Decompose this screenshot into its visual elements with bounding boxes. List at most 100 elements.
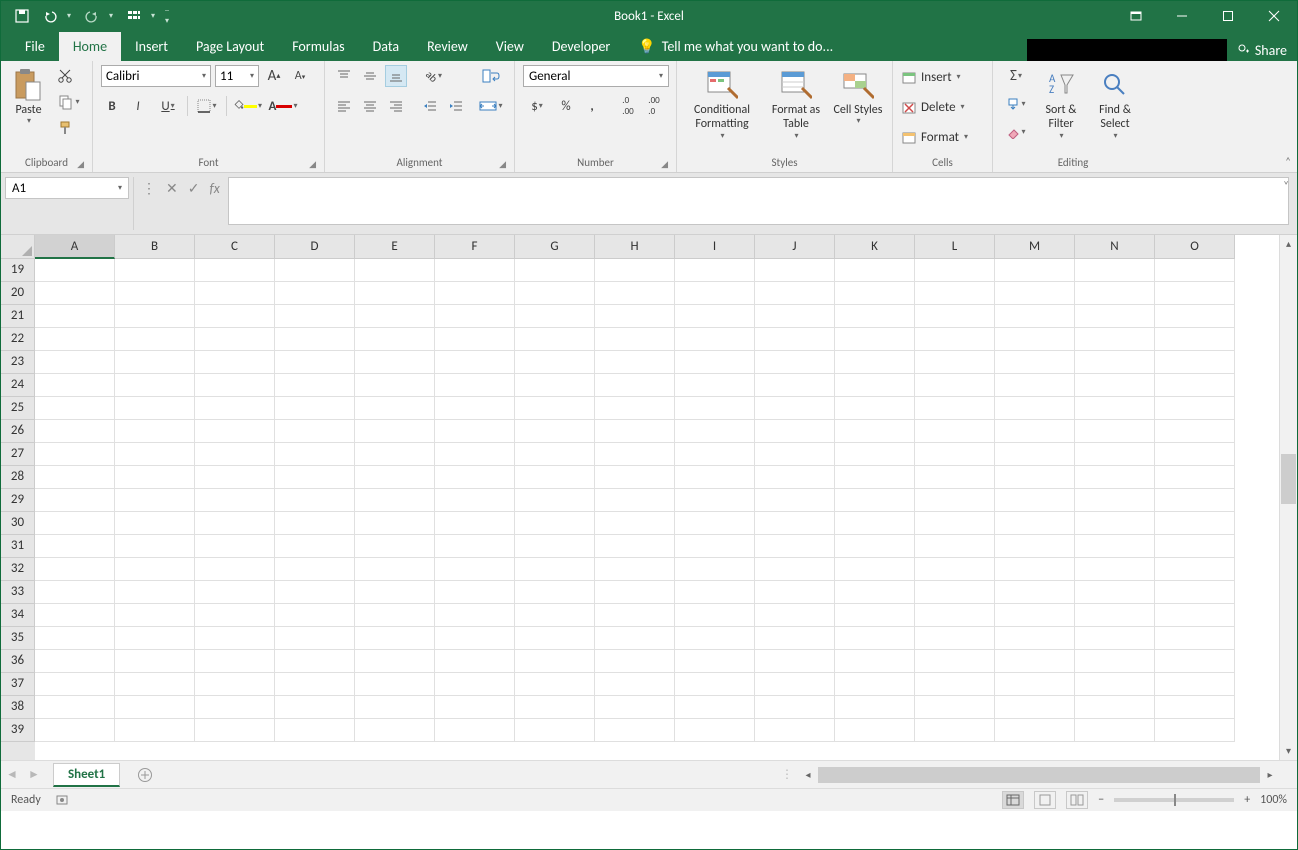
cell[interactable] [675, 259, 755, 282]
tab-scroll-resize[interactable]: ⋮ [781, 767, 793, 782]
borders-button[interactable]: ▾ [192, 95, 222, 117]
column-header[interactable]: B [115, 235, 195, 259]
cell[interactable] [115, 604, 195, 627]
cell[interactable] [755, 581, 835, 604]
cell-styles-button[interactable]: Cell Styles▾ [833, 65, 883, 127]
row-header[interactable]: 30 [1, 512, 35, 535]
undo-button[interactable] [39, 5, 61, 27]
cell[interactable] [995, 420, 1075, 443]
cell[interactable] [515, 535, 595, 558]
cell[interactable] [1075, 558, 1155, 581]
cell[interactable] [435, 489, 515, 512]
cell[interactable] [515, 351, 595, 374]
cell[interactable] [435, 535, 515, 558]
cell[interactable] [195, 673, 275, 696]
cell[interactable] [995, 581, 1075, 604]
cell[interactable] [515, 374, 595, 397]
row-header[interactable]: 23 [1, 351, 35, 374]
cell[interactable] [995, 512, 1075, 535]
cell[interactable] [35, 719, 115, 742]
fill-color-button[interactable]: ▾ [231, 95, 263, 117]
cell[interactable] [195, 535, 275, 558]
cell[interactable] [275, 581, 355, 604]
cell[interactable] [595, 420, 675, 443]
cell[interactable] [835, 259, 915, 282]
bold-button[interactable]: B [101, 95, 123, 117]
cell[interactable] [115, 673, 195, 696]
cell[interactable] [755, 351, 835, 374]
cell[interactable] [595, 696, 675, 719]
cell[interactable] [675, 351, 755, 374]
cell[interactable] [115, 696, 195, 719]
ribbon-display-options-button[interactable] [1113, 1, 1159, 31]
row-header[interactable]: 35 [1, 627, 35, 650]
cell[interactable] [595, 466, 675, 489]
cell[interactable] [835, 535, 915, 558]
cell[interactable] [435, 604, 515, 627]
close-button[interactable] [1251, 1, 1297, 31]
cell[interactable] [675, 558, 755, 581]
cell[interactable] [115, 650, 195, 673]
cell[interactable] [835, 512, 915, 535]
cell[interactable] [355, 374, 435, 397]
cell[interactable] [515, 627, 595, 650]
cell[interactable] [755, 535, 835, 558]
column-header[interactable]: A [35, 235, 115, 259]
column-header[interactable]: D [275, 235, 355, 259]
cell[interactable] [435, 558, 515, 581]
cell[interactable] [595, 719, 675, 742]
cell[interactable] [915, 351, 995, 374]
column-header[interactable]: H [595, 235, 675, 259]
cell[interactable] [275, 535, 355, 558]
select-all-button[interactable] [1, 235, 35, 259]
cell[interactable] [755, 719, 835, 742]
cell[interactable] [915, 604, 995, 627]
cell[interactable] [35, 397, 115, 420]
cell[interactable] [835, 351, 915, 374]
cell[interactable] [995, 374, 1075, 397]
cell[interactable] [435, 443, 515, 466]
cell[interactable] [995, 535, 1075, 558]
cell[interactable] [435, 581, 515, 604]
cell[interactable] [835, 696, 915, 719]
increase-indent-button[interactable] [445, 95, 467, 117]
cell[interactable] [755, 443, 835, 466]
undo-dropdown-icon[interactable]: ▾ [67, 11, 75, 21]
formula-input[interactable] [228, 177, 1289, 225]
comma-format-button[interactable]: , [581, 95, 603, 117]
cell[interactable] [915, 558, 995, 581]
cell[interactable] [35, 650, 115, 673]
cell[interactable] [275, 650, 355, 673]
redo-button[interactable] [81, 5, 103, 27]
cell[interactable] [915, 328, 995, 351]
cell[interactable] [755, 259, 835, 282]
cell[interactable] [1155, 558, 1235, 581]
row-header[interactable]: 24 [1, 374, 35, 397]
cell[interactable] [1155, 512, 1235, 535]
cell[interactable] [515, 719, 595, 742]
cell[interactable] [275, 397, 355, 420]
tab-data[interactable]: Data [359, 32, 413, 61]
cell[interactable] [435, 650, 515, 673]
cell[interactable] [995, 558, 1075, 581]
cell[interactable] [275, 604, 355, 627]
alignment-dialog-launcher[interactable]: ◢ [499, 159, 506, 170]
cell[interactable] [115, 259, 195, 282]
cell[interactable] [275, 512, 355, 535]
cell[interactable] [195, 374, 275, 397]
cell[interactable] [195, 512, 275, 535]
cell[interactable] [995, 466, 1075, 489]
cell[interactable] [515, 558, 595, 581]
column-header[interactable]: J [755, 235, 835, 259]
find-select-button[interactable]: Find & Select▾ [1091, 65, 1139, 141]
tab-review[interactable]: Review [413, 32, 482, 61]
cell[interactable] [515, 328, 595, 351]
cell[interactable] [675, 719, 755, 742]
cell[interactable] [755, 673, 835, 696]
cell[interactable] [1075, 420, 1155, 443]
cell[interactable] [755, 466, 835, 489]
scroll-right-button[interactable]: ▸ [1261, 766, 1279, 784]
cell[interactable] [435, 397, 515, 420]
cell[interactable] [515, 466, 595, 489]
row-header[interactable]: 31 [1, 535, 35, 558]
